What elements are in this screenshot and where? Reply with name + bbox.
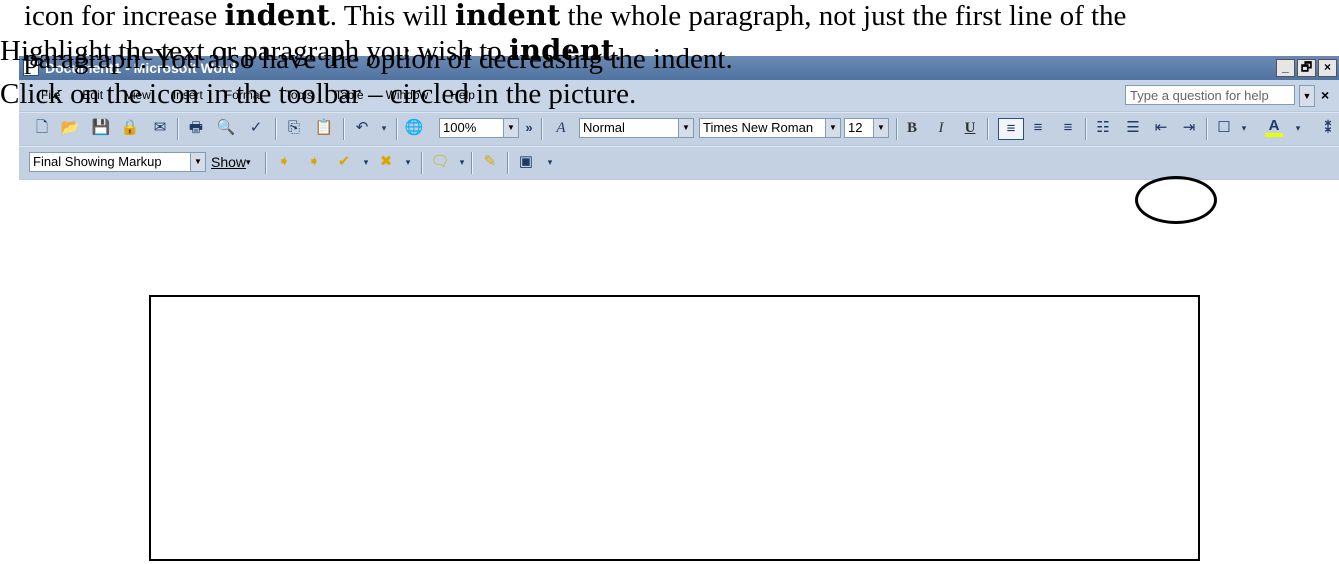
next-change-icon[interactable]: ➧ [305,153,323,171]
indent-keyword-1: indent [224,0,330,32]
align-left-icon[interactable]: ≡ [998,118,1024,140]
zoom-dropdown-icon[interactable]: ▼ [503,119,518,137]
blank-frame [149,295,1200,561]
undo-icon[interactable]: ↶ [353,119,371,137]
toolbar-overflow-icon[interactable]: » [520,119,538,137]
insert-comment-icon[interactable]: 🗨 [430,153,449,171]
permission-icon[interactable]: 🔒 [121,119,140,137]
decrease-indent-icon[interactable]: ⇤ [1152,119,1170,137]
font-size-value: 12 [848,120,863,135]
instruction-line-click: Click on the icon in the toolbar – circl… [0,78,637,110]
paste-icon[interactable]: 📋 [315,119,334,137]
separator [396,118,398,140]
print-icon[interactable]: 🖶 [187,119,205,137]
style-value: Normal [583,120,625,135]
outside-border-icon[interactable]: ☐ [1215,119,1233,137]
separator [177,118,179,140]
font-value: Times New Roman [703,120,814,135]
separator [471,152,473,174]
zoom-value: 100% [443,120,477,135]
new-document-icon[interactable]: 🗋 [33,119,51,137]
styles-formatting-icon[interactable]: A [552,119,570,137]
display-for-review-combo[interactable]: Final Showing Markup ▼ [29,152,206,172]
reviewing-pane-icon[interactable]: ▣ [517,153,535,171]
toolbar-options-icon[interactable]: ⁑ [1319,119,1337,137]
track-changes-icon[interactable]: ✎ [481,153,499,171]
email-icon[interactable]: ✉ [151,119,169,137]
undo-dropdown-icon[interactable]: ▾ [375,119,393,137]
align-right-icon[interactable]: ≡ [1059,119,1077,137]
insert-hyperlink-icon[interactable]: 🌐 [405,119,424,137]
minimize-button[interactable]: _ [1276,59,1295,77]
increase-indent-icon[interactable]: ⇥ [1180,119,1198,137]
instruction-text-1c: the whole paragraph, not just the first … [560,0,1127,32]
accept-change-icon[interactable]: ✔ [335,153,353,171]
italic-button[interactable]: I [932,119,950,137]
indent-keyword-2: indent [454,0,561,32]
ask-question-input[interactable]: Type a question for help [1125,85,1295,105]
comment-dropdown-icon[interactable]: ▾ [453,153,471,171]
font-combo[interactable]: Times New Roman ▼ [699,118,841,138]
save-disk-icon[interactable]: 💾 [92,119,111,137]
font-size-dropdown-icon[interactable]: ▼ [873,119,888,137]
display-dropdown-icon[interactable]: ▼ [190,153,205,171]
window-controls: _ 🗗 × [1276,59,1337,77]
reviewing-toolbar: Final Showing Markup ▼ Show ▾ ➧ ➧ ✔ ▾ ✖ ▾… [19,146,1339,179]
numbering-icon[interactable]: ☷ [1094,119,1112,137]
separator [541,118,543,140]
font-dropdown-icon[interactable]: ▼ [825,119,840,137]
zoom-combo[interactable]: 100% ▼ [439,118,519,138]
separator [275,118,277,140]
separator [265,152,267,174]
close-button[interactable]: × [1318,59,1337,77]
separator [1206,118,1208,140]
font-color-dropdown-icon[interactable]: ▾ [1289,119,1307,137]
separator [1085,118,1087,140]
bold-button[interactable]: B [903,119,921,137]
reject-change-icon[interactable]: ✖ [377,153,395,171]
print-preview-icon[interactable]: 🔍 [217,119,236,137]
separator [896,118,898,140]
standard-formatting-toolbar: 🗋 📂 💾 🔒 ✉ 🖶 🔍 ✓ ⎘ 📋 ↶ ▾ 🌐 100% ▼ » A Nor… [19,112,1339,145]
instruction-text-1b: . This will [329,0,455,32]
font-color-icon[interactable]: A [1265,117,1283,137]
instruction-line-decrease: paragraph. You also have the option of d… [24,43,733,75]
highlight-circle [1135,176,1217,224]
style-combo[interactable]: Normal ▼ [579,118,694,138]
accept-dropdown-icon[interactable]: ▾ [357,153,375,171]
style-dropdown-icon[interactable]: ▼ [678,119,693,137]
display-for-review-value: Final Showing Markup [33,154,162,169]
instruction-text-1a: icon for increase [24,0,225,32]
center-icon[interactable]: ≡ [1029,119,1047,137]
show-label: Show [211,154,247,170]
show-menu-button[interactable]: Show ▾ [211,153,259,171]
separator [507,152,509,174]
ask-question-dropdown[interactable]: ▼ [1299,85,1315,107]
document-close-button[interactable]: × [1321,87,1329,103]
font-size-combo[interactable]: 12 ▼ [844,118,889,138]
restore-button[interactable]: 🗗 [1297,59,1316,77]
border-dropdown-icon[interactable]: ▾ [1235,119,1253,137]
separator [343,118,345,140]
copy-icon[interactable]: ⎘ [285,119,303,137]
separator [421,152,423,174]
bullets-icon[interactable]: ☰ [1124,119,1142,137]
underline-button[interactable]: U [961,119,979,137]
toolbar-options-dropdown-icon[interactable]: ▾ [541,153,559,171]
instruction-line-increase-indent: icon for increase indent. This will inde… [24,1,1126,31]
separator [987,118,989,140]
reject-dropdown-icon[interactable]: ▾ [399,153,417,171]
spelling-check-icon[interactable]: ✓ [247,119,265,137]
open-folder-icon[interactable]: 📂 [61,119,80,137]
previous-change-icon[interactable]: ➧ [275,153,293,171]
